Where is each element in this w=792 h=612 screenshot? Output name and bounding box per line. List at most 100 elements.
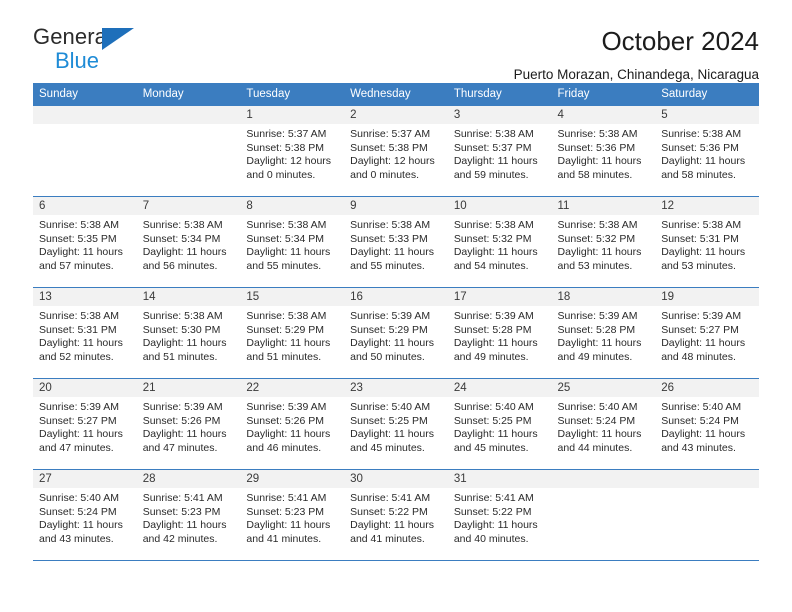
- day-details: Sunrise: 5:38 AM Sunset: 5:29 PM Daylight:…: [240, 306, 344, 364]
- daylight-line-2: and 55 minutes.: [246, 259, 322, 272]
- calendar-week-row: 1 Sunrise: 5:37 AM Sunset: 5:38 PM Daylight…: [33, 106, 759, 197]
- sunset-time: Sunset: 5:25 PM: [350, 414, 428, 427]
- daylight-line-1: Daylight: 11 hours: [453, 337, 538, 350]
- daylight-line-2: and 0 minutes.: [350, 168, 419, 181]
- calendar-day-cell[interactable]: 26 Sunrise: 5:40 AM Sunset: 5:24 PM Dayligh…: [655, 378, 759, 470]
- sunset-time: Sunset: 5:25 PM: [453, 414, 532, 427]
- day-number: 3: [447, 106, 552, 124]
- daylight-line-1: Daylight: 11 hours: [142, 337, 227, 350]
- calendar-day-cell[interactable]: 30 Sunrise: 5:41 AM Sunset: 5:22 PM Dayligh…: [344, 469, 448, 560]
- daylight-line-1: Daylight: 12 hours: [246, 155, 332, 168]
- sunset-time: Sunset: 5:23 PM: [142, 505, 221, 518]
- sunset-time: Sunset: 5:34 PM: [142, 232, 221, 245]
- page-subtitle: Puerto Morazan, Chinandega, Nicaragua: [513, 67, 759, 82]
- sunset-time: Sunset: 5:27 PM: [661, 323, 739, 336]
- calendar-day-cell[interactable]: 1 Sunrise: 5:37 AM Sunset: 5:38 PM Daylight…: [240, 106, 345, 197]
- sunset-time: Sunset: 5:29 PM: [246, 323, 325, 336]
- sunrise-time: Sunrise: 5:38 AM: [557, 219, 638, 231]
- calendar-day-cell[interactable]: 7 Sunrise: 5:38 AM Sunset: 5:34 PM Daylight…: [136, 196, 241, 288]
- sunrise-time: Sunrise: 5:41 AM: [453, 492, 534, 504]
- day-details: Sunrise: 5:38 AM Sunset: 5:37 PM Daylight:…: [448, 124, 552, 182]
- daylight-line-2: and 47 minutes.: [39, 441, 114, 454]
- calendar-day-cell[interactable]: 25 Sunrise: 5:40 AM Sunset: 5:24 PM Dayligh…: [551, 378, 656, 470]
- daylight-line-1: Daylight: 11 hours: [453, 519, 538, 532]
- day-number: 27: [33, 470, 137, 488]
- daylight-line-2: and 51 minutes.: [246, 350, 322, 363]
- calendar-day-cell[interactable]: 31 Sunrise: 5:41 AM Sunset: 5:22 PM Dayligh…: [447, 469, 552, 560]
- calendar-day-cell[interactable]: 15 Sunrise: 5:38 AM Sunset: 5:29 PM Dayligh…: [240, 287, 345, 379]
- daylight-line-2: and 59 minutes.: [453, 168, 529, 181]
- calendar-day-cell[interactable]: 13 Sunrise: 5:38 AM Sunset: 5:31 PM Dayligh…: [33, 287, 137, 379]
- daylight-line-2: and 45 minutes.: [453, 441, 529, 454]
- calendar-day-cell[interactable]: 16 Sunrise: 5:39 AM Sunset: 5:29 PM Dayligh…: [344, 287, 448, 379]
- day-details: Sunrise: 5:40 AM Sunset: 5:24 PM Daylight:…: [655, 397, 759, 455]
- calendar-day-cell[interactable]: 14 Sunrise: 5:38 AM Sunset: 5:30 PM Dayligh…: [136, 287, 241, 379]
- calendar-day-cell[interactable]: 24 Sunrise: 5:40 AM Sunset: 5:25 PM Dayligh…: [447, 378, 552, 470]
- calendar-day-cell[interactable]: 6 Sunrise: 5:38 AM Sunset: 5:35 PM Daylight…: [33, 196, 137, 288]
- calendar-day-cell[interactable]: 22 Sunrise: 5:39 AM Sunset: 5:26 PM Dayligh…: [240, 378, 345, 470]
- sunset-time: Sunset: 5:38 PM: [350, 141, 428, 154]
- sunset-time: Sunset: 5:24 PM: [557, 414, 636, 427]
- sunrise-time: Sunrise: 5:40 AM: [661, 401, 742, 413]
- calendar-day-cell[interactable]: 10 Sunrise: 5:38 AM Sunset: 5:32 PM Dayligh…: [447, 196, 552, 288]
- day-number: 26: [655, 379, 759, 397]
- calendar-day-cell[interactable]: 23 Sunrise: 5:40 AM Sunset: 5:25 PM Dayligh…: [344, 378, 448, 470]
- calendar-day-cell[interactable]: 28 Sunrise: 5:41 AM Sunset: 5:23 PM Dayligh…: [136, 469, 241, 560]
- calendar-day-cell[interactable]: 21 Sunrise: 5:39 AM Sunset: 5:26 PM Dayligh…: [136, 378, 241, 470]
- calendar-page: General Blue October 2024 Puerto Morazan…: [0, 0, 792, 612]
- daylight-line-1: Daylight: 11 hours: [661, 155, 746, 168]
- sunrise-time: Sunrise: 5:40 AM: [557, 401, 638, 413]
- calendar-day-cell[interactable]: 3 Sunrise: 5:38 AM Sunset: 5:37 PM Daylight…: [447, 106, 552, 197]
- daylight-line-1: Daylight: 11 hours: [557, 246, 642, 259]
- sunset-time: Sunset: 5:31 PM: [661, 232, 739, 245]
- sunrise-time: Sunrise: 5:37 AM: [350, 128, 431, 140]
- day-details: Sunrise: 5:38 AM Sunset: 5:36 PM Daylight:…: [552, 124, 656, 182]
- sunrise-time: Sunrise: 5:40 AM: [350, 401, 431, 413]
- general-blue-logo: General Blue: [33, 26, 153, 72]
- weekday-header-thursday: Thursday: [447, 83, 552, 106]
- calendar-day-cell[interactable]: 5 Sunrise: 5:38 AM Sunset: 5:36 PM Daylight…: [655, 106, 759, 197]
- daylight-line-2: and 46 minutes.: [246, 441, 322, 454]
- calendar-bottom-border: [33, 560, 759, 561]
- sunset-time: Sunset: 5:36 PM: [557, 141, 636, 154]
- daylight-line-1: Daylight: 11 hours: [39, 337, 123, 350]
- calendar-day-cell[interactable]: 4 Sunrise: 5:38 AM Sunset: 5:36 PM Daylight…: [551, 106, 656, 197]
- sunset-time: Sunset: 5:34 PM: [246, 232, 325, 245]
- sunrise-time: Sunrise: 5:39 AM: [39, 401, 119, 413]
- sunrise-time: Sunrise: 5:38 AM: [661, 128, 742, 140]
- sunrise-time: Sunrise: 5:38 AM: [557, 128, 638, 140]
- calendar-day-cell[interactable]: 17 Sunrise: 5:39 AM Sunset: 5:28 PM Dayligh…: [447, 287, 552, 379]
- sunrise-time: Sunrise: 5:40 AM: [39, 492, 119, 504]
- logo-text-general: General: [33, 24, 112, 49]
- day-details: Sunrise: 5:38 AM Sunset: 5:30 PM Daylight:…: [137, 306, 241, 364]
- page-header: General Blue October 2024 Puerto Morazan…: [33, 0, 759, 83]
- calendar-day-cell[interactable]: 11 Sunrise: 5:38 AM Sunset: 5:32 PM Dayligh…: [551, 196, 656, 288]
- calendar-day-cell[interactable]: 2 Sunrise: 5:37 AM Sunset: 5:38 PM Daylight…: [344, 106, 448, 197]
- calendar-day-cell[interactable]: 12 Sunrise: 5:38 AM Sunset: 5:31 PM Dayligh…: [655, 196, 759, 288]
- calendar-day-cell[interactable]: 20 Sunrise: 5:39 AM Sunset: 5:27 PM Dayligh…: [33, 378, 137, 470]
- calendar-day-cell[interactable]: 8 Sunrise: 5:38 AM Sunset: 5:34 PM Daylight…: [240, 196, 345, 288]
- day-details: Sunrise: 5:38 AM Sunset: 5:32 PM Daylight:…: [448, 215, 552, 273]
- sunrise-time: Sunrise: 5:38 AM: [39, 219, 119, 231]
- sunrise-time: Sunrise: 5:39 AM: [661, 310, 742, 322]
- day-number: 9: [344, 197, 448, 215]
- day-number: 11: [551, 197, 656, 215]
- day-details: Sunrise: 5:39 AM Sunset: 5:27 PM Daylight:…: [655, 306, 759, 364]
- calendar-day-cell[interactable]: 27 Sunrise: 5:40 AM Sunset: 5:24 PM Dayligh…: [33, 469, 137, 560]
- day-details: Sunrise: 5:37 AM Sunset: 5:38 PM Daylight:…: [344, 124, 448, 182]
- sunset-time: Sunset: 5:26 PM: [246, 414, 325, 427]
- sunset-time: Sunset: 5:29 PM: [350, 323, 428, 336]
- calendar-day-cell[interactable]: 19 Sunrise: 5:39 AM Sunset: 5:27 PM Dayligh…: [655, 287, 759, 379]
- sunset-time: Sunset: 5:37 PM: [453, 141, 532, 154]
- calendar-day-cell-empty: [655, 469, 759, 560]
- day-details: Sunrise: 5:40 AM Sunset: 5:24 PM Daylight:…: [33, 488, 137, 546]
- day-number: 22: [240, 379, 345, 397]
- page-title: October 2024: [601, 26, 759, 56]
- sunrise-time: Sunrise: 5:41 AM: [142, 492, 223, 504]
- day-details: Sunrise: 5:38 AM Sunset: 5:31 PM Daylight:…: [655, 215, 759, 273]
- daylight-line-1: Daylight: 11 hours: [453, 428, 538, 441]
- day-number: 23: [344, 379, 448, 397]
- calendar-day-cell[interactable]: 18 Sunrise: 5:39 AM Sunset: 5:28 PM Dayligh…: [551, 287, 656, 379]
- calendar-day-cell[interactable]: 29 Sunrise: 5:41 AM Sunset: 5:23 PM Dayligh…: [240, 469, 345, 560]
- calendar-day-cell[interactable]: 9 Sunrise: 5:38 AM Sunset: 5:33 PM Daylight…: [344, 196, 448, 288]
